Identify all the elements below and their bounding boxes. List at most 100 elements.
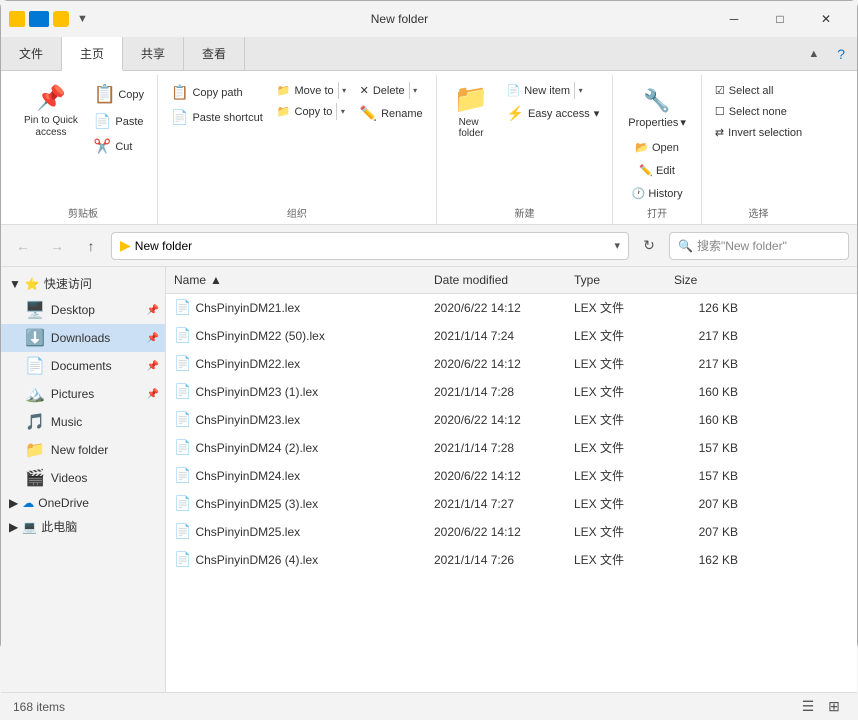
quick-access-header[interactable]: ▼ ⭐ 快速访问 [1, 271, 165, 296]
titlebar-icons: ▼ [9, 11, 88, 27]
header-type[interactable]: Type [566, 271, 666, 289]
up-button[interactable]: ↑ [77, 232, 105, 260]
quick-access-label: 快速访问 [44, 275, 92, 292]
details-view-button[interactable]: ☰ [797, 696, 819, 718]
properties-button[interactable]: 🔧 Properties ▾ [621, 83, 693, 134]
move-to-arrow[interactable]: ▾ [338, 82, 350, 99]
documents-icon: 📄 [25, 356, 45, 376]
sidebar-item-music[interactable]: 🎵 Music [1, 408, 165, 436]
new-item-button[interactable]: 📄 New item ▾ [502, 81, 605, 100]
file-row[interactable]: 📄ChsPinyinDM23.lex 2020/6/22 14:12 LEX 文… [166, 406, 857, 434]
new-item-arrow[interactable]: ▾ [574, 82, 586, 99]
easy-access-icon: ⚡ [507, 105, 524, 122]
search-bar[interactable]: 🔍 搜索"New folder" [669, 232, 849, 260]
tab-home[interactable]: 主页 [62, 37, 123, 71]
header-date[interactable]: Date modified [426, 271, 566, 289]
pin-to-quick-access-button[interactable]: 📌 Pin to Quickaccess [17, 79, 85, 144]
delete-button[interactable]: ✕ Delete ▾ [355, 81, 428, 100]
tab-file[interactable]: 文件 [1, 37, 62, 70]
copy-to-button[interactable]: 📁 Copy to ▾ [272, 102, 351, 121]
sidebar-item-documents[interactable]: 📄 Documents 📌 [1, 352, 165, 380]
new-folder-button[interactable]: 📁 Newfolder [445, 79, 498, 142]
thispc-header[interactable]: ▶ 💻 此电脑 [1, 514, 165, 539]
move-to-main[interactable]: 📁 Move to [273, 82, 338, 99]
delete-main[interactable]: ✕ Delete [356, 82, 409, 99]
select-all-label: Select all [729, 85, 774, 97]
header-name[interactable]: Name ▲ [166, 271, 426, 289]
properties-label-row: Properties ▾ [628, 116, 686, 129]
file-size: 217 KB [666, 326, 746, 346]
large-icons-view-button[interactable]: ⊞ [823, 696, 845, 718]
minimize-button[interactable]: ─ [711, 1, 757, 37]
ribbon-toggle-arrow[interactable]: ▲ [802, 37, 825, 70]
titlebar: ▼ New folder ─ □ ✕ [1, 1, 857, 37]
ribbon-select-content: ☑ Select all ☐ Select none ⇄ Invert sele… [710, 75, 807, 203]
maximize-button[interactable]: □ [757, 1, 803, 37]
copy-button[interactable]: 📋 Copy [89, 81, 149, 108]
file-row[interactable]: 📄ChsPinyinDM25 (3).lex 2021/1/14 7:27 LE… [166, 490, 857, 518]
ribbon-organize-col2: 📁 Move to ▾ 📁 Copy to ▾ [272, 79, 351, 121]
titlebar-controls: ─ □ ✕ [711, 1, 849, 37]
file-type-icon: 📄 [174, 495, 191, 511]
paste-shortcut-icon: 📄 [171, 109, 188, 126]
delete-arrow[interactable]: ▾ [409, 82, 421, 99]
copy-path-button[interactable]: 📋 Copy path [166, 81, 268, 104]
rename-button[interactable]: ✏️ Rename [355, 102, 428, 125]
sidebar-item-desktop[interactable]: 🖥️ Desktop 📌 [1, 296, 165, 324]
close-button[interactable]: ✕ [803, 1, 849, 37]
easy-access-button[interactable]: ⚡ Easy access ▾ [502, 102, 605, 125]
invert-selection-button[interactable]: ⇄ Invert selection [710, 123, 807, 142]
select-all-button[interactable]: ☑ Select all [710, 81, 807, 100]
tab-share[interactable]: 共享 [123, 37, 184, 70]
thispc-icon: 💻 [22, 520, 37, 534]
file-size: 207 KB [666, 522, 746, 542]
file-row[interactable]: 📄ChsPinyinDM22 (50).lex 2021/1/14 7:24 L… [166, 322, 857, 350]
file-row[interactable]: 📄ChsPinyinDM26 (4).lex 2021/1/14 7:26 LE… [166, 546, 857, 574]
move-to-button[interactable]: 📁 Move to ▾ [272, 81, 351, 100]
file-row[interactable]: 📄ChsPinyinDM25.lex 2020/6/22 14:12 LEX 文… [166, 518, 857, 546]
invert-label: Invert selection [728, 127, 802, 139]
copy-to-main[interactable]: 📁 Copy to [273, 103, 337, 120]
ribbon-new-content: 📁 Newfolder 📄 New item ▾ ⚡ Easy access ▾ [445, 75, 605, 203]
titlebar-title: New folder [88, 12, 711, 26]
file-row[interactable]: 📄ChsPinyinDM24 (2).lex 2021/1/14 7:28 LE… [166, 434, 857, 462]
back-button[interactable]: ← [9, 232, 37, 260]
open-button[interactable]: 📂 Open [630, 138, 684, 157]
sidebar-item-videos[interactable]: 🎬 Videos [1, 464, 165, 492]
file-name: 📄ChsPinyinDM23 (1).lex [166, 380, 426, 403]
refresh-button[interactable]: ↻ [635, 232, 663, 260]
address-bar[interactable]: ▶ New folder ▾ [111, 232, 629, 260]
file-date: 2021/1/14 7:27 [426, 494, 566, 514]
sidebar-item-new-folder[interactable]: 📁 New folder [1, 436, 165, 464]
ribbon-group-new: 📁 Newfolder 📄 New item ▾ ⚡ Easy access ▾ [437, 75, 614, 224]
edit-button[interactable]: ✏️ Edit [634, 161, 680, 180]
file-row[interactable]: 📄ChsPinyinDM24.lex 2020/6/22 14:12 LEX 文… [166, 462, 857, 490]
copy-to-arrow[interactable]: ▾ [336, 103, 348, 120]
file-type-icon: 📄 [174, 299, 191, 315]
sidebar-item-pictures[interactable]: 🏔️ Pictures 📌 [1, 380, 165, 408]
file-row[interactable]: 📄ChsPinyinDM23 (1).lex 2021/1/14 7:28 LE… [166, 378, 857, 406]
history-label: 🕐 History [632, 187, 683, 200]
select-none-button[interactable]: ☐ Select none [710, 102, 807, 121]
desktop-label: Desktop [51, 303, 95, 317]
onedrive-header[interactable]: ▶ ☁ OneDrive [1, 492, 165, 514]
cut-button[interactable]: ✂️ Cut [89, 135, 149, 158]
sidebar-item-downloads[interactable]: ⬇️ Downloads 📌 [1, 324, 165, 352]
history-button[interactable]: 🕐 History [627, 184, 688, 203]
quick-access-icon: ⭐ [25, 277, 40, 291]
file-size: 162 KB [666, 550, 746, 570]
forward-button[interactable]: → [43, 232, 71, 260]
file-size: 157 KB [666, 438, 746, 458]
help-button[interactable]: ? [825, 37, 857, 70]
paste-button[interactable]: 📄 Paste [89, 110, 149, 133]
header-type-label: Type [574, 273, 600, 287]
paste-shortcut-button[interactable]: 📄 Paste shortcut [166, 106, 268, 129]
new-item-main[interactable]: 📄 New item [503, 82, 575, 99]
file-row[interactable]: 📄ChsPinyinDM22.lex 2020/6/22 14:12 LEX 文… [166, 350, 857, 378]
tab-view[interactable]: 查看 [184, 37, 245, 70]
header-size[interactable]: Size [666, 271, 746, 289]
titlebar-dropdown-arrow[interactable]: ▼ [77, 13, 88, 25]
file-type: LEX 文件 [566, 296, 666, 319]
address-dropdown-arrow[interactable]: ▾ [614, 239, 620, 252]
file-row[interactable]: 📄ChsPinyinDM21.lex 2020/6/22 14:12 LEX 文… [166, 294, 857, 322]
